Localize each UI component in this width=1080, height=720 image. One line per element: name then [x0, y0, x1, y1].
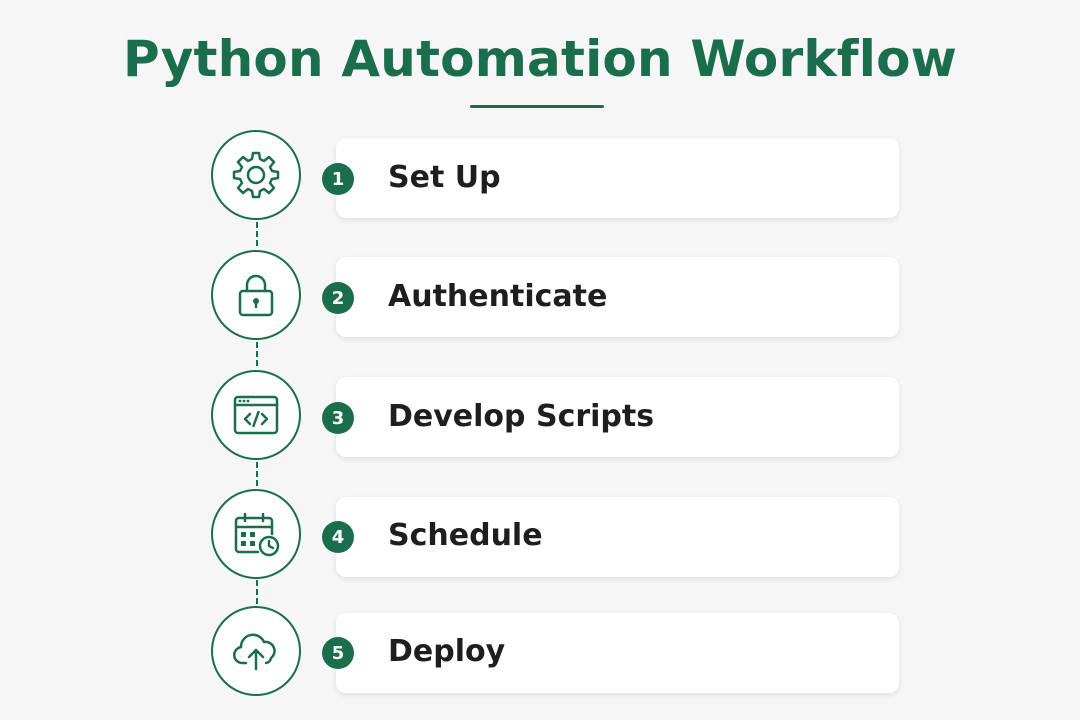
step-4-icon-circle — [211, 489, 301, 579]
code-window-icon — [233, 395, 279, 435]
title-underline — [470, 105, 604, 108]
calendar-clock-icon — [234, 512, 280, 557]
step-4-number-badge: 4 — [322, 521, 354, 553]
step-3-icon-circle — [211, 370, 301, 460]
cloud-upload-icon — [233, 633, 276, 671]
step-connector — [256, 462, 258, 486]
step-5-icon-circle — [211, 606, 301, 696]
step-3-label: Develop Scripts — [388, 399, 655, 434]
step-1-label: Set Up — [388, 160, 501, 195]
step-connector — [256, 222, 258, 246]
step-5-label: Deploy — [388, 634, 506, 669]
page-title: Python Automation Workflow — [122, 30, 958, 88]
step-connector — [256, 342, 258, 366]
gear-icon — [232, 151, 280, 199]
step-3-number-badge: 3 — [322, 402, 354, 434]
step-2-number-badge: 2 — [322, 282, 354, 314]
step-connector — [256, 580, 258, 604]
step-5-number-badge: 5 — [322, 637, 354, 669]
step-1-icon-circle — [211, 130, 301, 220]
step-2-icon-circle — [211, 250, 301, 340]
padlock-icon — [238, 274, 274, 317]
step-2-label: Authenticate — [388, 279, 608, 314]
step-4-label: Schedule — [388, 518, 543, 553]
step-1-number-badge: 1 — [322, 163, 354, 195]
